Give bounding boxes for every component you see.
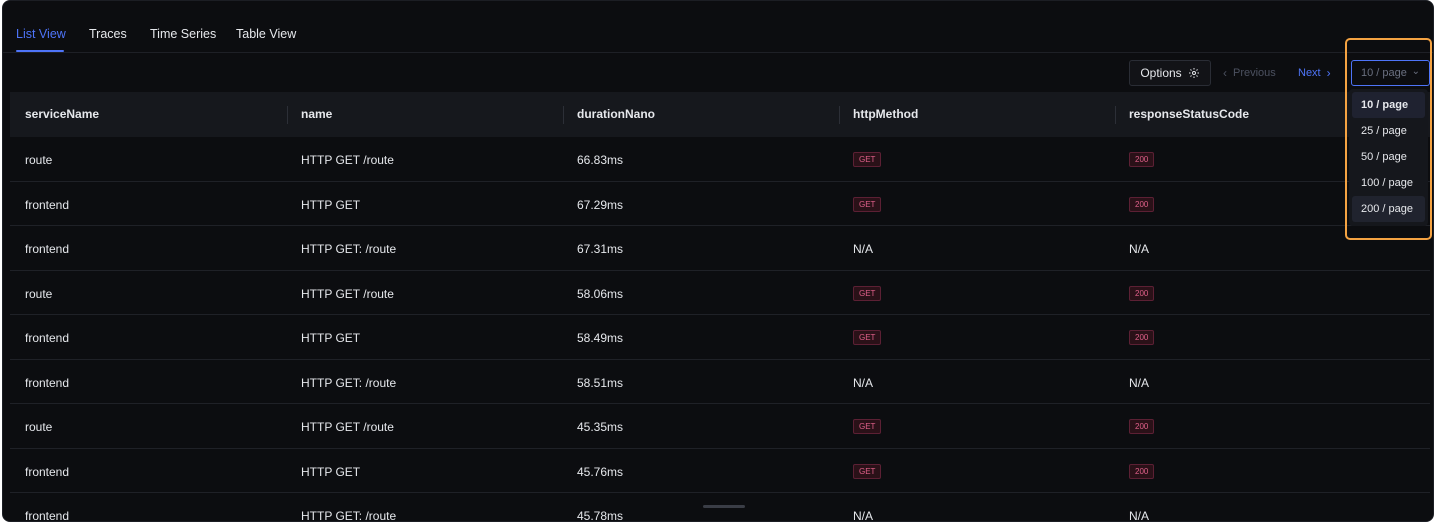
table-cell: N/A — [853, 509, 874, 522]
status-code-badge: 200 — [1129, 330, 1155, 345]
page-size-option[interactable]: 10 / page — [1352, 92, 1425, 118]
table-cell: N/A — [1129, 242, 1150, 256]
table-row[interactable]: frontend HTTP GET 67.29ms GET 200 — [10, 181, 1430, 226]
tab-time-series[interactable]: Time Series — [150, 27, 216, 41]
table-row[interactable]: frontend HTTP GET 58.49ms GET 200 — [10, 315, 1430, 360]
table-header: serviceName name durationNano httpMethod… — [10, 92, 1430, 137]
http-method-badge: GET — [853, 330, 882, 345]
column-header-response-status[interactable]: responseStatusCode — [1129, 107, 1249, 121]
status-code-badge: 200 — [1129, 419, 1155, 434]
status-code-badge: 200 — [1129, 285, 1155, 301]
table-cell: route — [25, 286, 53, 301]
table-cell: 67.31ms — [577, 242, 624, 256]
table-cell: HTTP GET: /route — [301, 375, 397, 390]
status-code-badge: 200 — [1129, 463, 1155, 479]
table-cell: 45.78ms — [577, 509, 624, 522]
table-cell: 45.76ms — [577, 464, 624, 479]
logs-explorer-panel: List View Traces Time Series Table View … — [2, 0, 1434, 522]
table-cell: 58.51ms — [577, 375, 624, 390]
table-cell: frontend — [25, 509, 70, 522]
table-cell: HTTP GET — [301, 464, 361, 479]
status-code-badge: 200 — [1129, 196, 1155, 212]
table-cell: N/A — [1129, 375, 1150, 390]
column-header-http-method[interactable]: httpMethod — [853, 107, 918, 121]
panel-resize-handle[interactable] — [703, 505, 745, 508]
next-label: Next — [1298, 67, 1321, 79]
http-method-badge: GET — [853, 463, 882, 479]
page-size-dropdown: 10 / page 25 / page 50 / page 100 / page 200… — [1349, 89, 1428, 226]
page-size-value: 10 / page — [1361, 67, 1407, 79]
tab-traces[interactable]: Traces — [89, 27, 127, 41]
table-cell: HTTP GET: /route — [301, 242, 397, 256]
table-cell: frontend — [25, 331, 70, 345]
active-tab-indicator — [16, 50, 64, 52]
http-method-badge: GET — [853, 196, 882, 212]
table-cell: frontend — [25, 464, 70, 479]
table-cell: N/A — [1129, 509, 1150, 522]
previous-label: Previous — [1233, 67, 1276, 79]
page-size-select[interactable]: 10 / page ⌄ — [1351, 60, 1430, 86]
page-size-option[interactable]: 50 / page — [1352, 144, 1425, 170]
table-cell: HTTP GET — [301, 197, 361, 212]
table-cell: frontend — [25, 197, 70, 212]
table-cell: HTTP GET /route — [301, 286, 394, 301]
table-cell: frontend — [25, 242, 70, 256]
column-header-name[interactable]: name — [301, 107, 332, 121]
column-header-service-name[interactable]: serviceName — [25, 107, 99, 121]
tab-table-view[interactable]: Table View — [236, 27, 296, 41]
chevron-left-icon: ‹ — [1223, 66, 1227, 80]
options-button[interactable]: Options — [1129, 60, 1211, 86]
table-cell: N/A — [853, 242, 874, 256]
view-tabs: List View Traces Time Series Table View — [3, 1, 1433, 53]
column-resize-handle[interactable] — [287, 106, 288, 124]
chevron-down-icon: ⌄ — [1411, 66, 1420, 77]
table-row[interactable]: frontend HTTP GET: /route 67.31ms N/A N/A — [10, 226, 1430, 271]
table-row[interactable]: route HTTP GET /route 45.35ms GET 200 — [10, 404, 1430, 449]
table-cell: route — [25, 420, 53, 434]
table-row[interactable]: frontend HTTP GET 45.76ms GET 200 — [10, 448, 1430, 493]
table-cell: HTTP GET /route — [301, 420, 394, 434]
table-cell: 66.83ms — [577, 153, 624, 167]
previous-page-button[interactable]: ‹ Previous — [1223, 66, 1276, 80]
http-method-badge: GET — [853, 285, 882, 301]
options-label: Options — [1140, 66, 1182, 80]
tab-list-view[interactable]: List View — [16, 27, 66, 41]
table-cell: route — [25, 153, 53, 167]
table-row[interactable]: route HTTP GET /route 66.83ms GET 200 — [10, 137, 1430, 182]
column-resize-handle[interactable] — [563, 106, 564, 124]
column-header-duration[interactable]: durationNano — [577, 107, 655, 121]
table-body: route HTTP GET /route 66.83ms GET 200 fronten… — [10, 137, 1430, 522]
gear-icon — [1188, 68, 1199, 78]
table-cell: frontend — [25, 375, 70, 390]
table-cell: 58.49ms — [577, 331, 624, 345]
table-row[interactable]: frontend HTTP GET: /route 58.51ms N/A N/A — [10, 359, 1430, 404]
table-cell: N/A — [853, 375, 874, 390]
column-resize-handle[interactable] — [839, 106, 840, 124]
status-code-badge: 200 — [1129, 152, 1155, 167]
table-cell: HTTP GET: /route — [301, 509, 397, 522]
table-cell: HTTP GET /route — [301, 153, 394, 167]
http-method-badge: GET — [853, 152, 882, 167]
http-method-badge: GET — [853, 419, 882, 434]
page-size-option[interactable]: 200 / page — [1352, 196, 1425, 222]
page-size-option[interactable]: 25 / page — [1352, 118, 1425, 144]
table-cell: 67.29ms — [577, 197, 624, 212]
column-resize-handle[interactable] — [1115, 106, 1116, 124]
table-cell: HTTP GET — [301, 331, 361, 345]
next-page-button[interactable]: Next › — [1298, 66, 1331, 80]
page-size-option[interactable]: 100 / page — [1352, 170, 1425, 196]
table-cell: 45.35ms — [577, 420, 624, 434]
chevron-right-icon: › — [1326, 66, 1331, 80]
table-row[interactable]: route HTTP GET /route 58.06ms GET 200 — [10, 270, 1430, 315]
table-cell: 58.06ms — [577, 286, 624, 301]
